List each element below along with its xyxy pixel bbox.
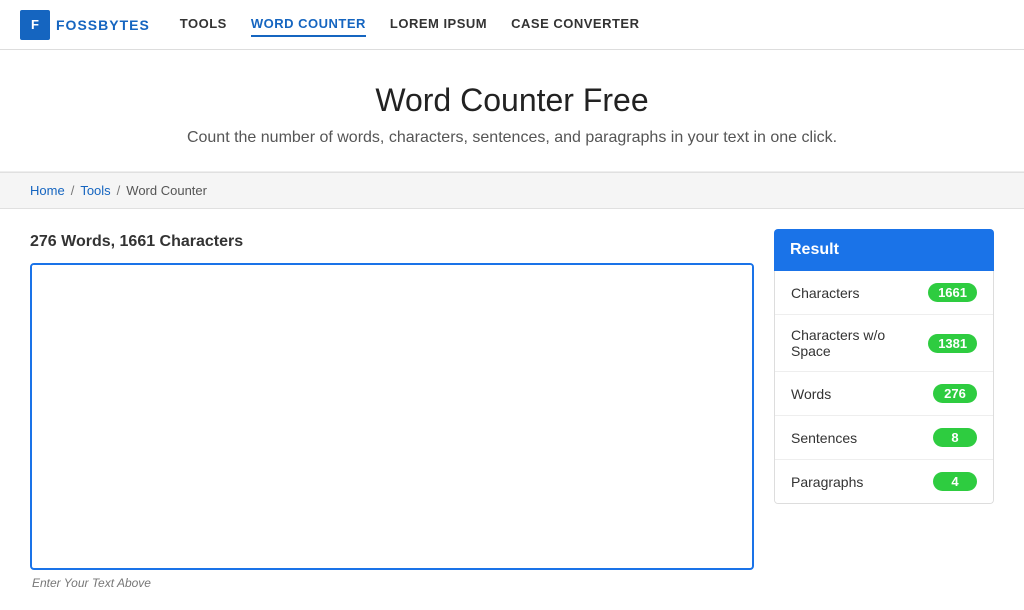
result-item-paragraphs: Paragraphs 4 (775, 460, 993, 503)
text-area-wrapper (30, 263, 754, 570)
breadcrumb-bar: Home / Tools / Word Counter (0, 172, 1024, 209)
nav-case-converter[interactable]: CASE CONVERTER (511, 12, 639, 37)
logo-text: FOSSBYTES (56, 17, 150, 33)
result-badge-sentences: 8 (933, 428, 977, 447)
hero-section: Word Counter Free Count the number of wo… (0, 50, 1024, 172)
breadcrumb-sep2: / (117, 183, 121, 198)
breadcrumb-sep1: / (71, 183, 75, 198)
nav-links: TOOLS WORD COUNTER LOREM IPSUM CASE CONV… (180, 12, 640, 37)
breadcrumb-current: Word Counter (126, 183, 207, 198)
result-item-words: Words 276 (775, 372, 993, 416)
nav-tools[interactable]: TOOLS (180, 12, 227, 37)
logo-icon: F (20, 10, 50, 40)
main-content: 276 Words, 1661 Characters Enter Your Te… (0, 209, 1024, 610)
navbar: F FOSSBYTES TOOLS WORD COUNTER LOREM IPS… (0, 0, 1024, 50)
text-panel: 276 Words, 1661 Characters Enter Your Te… (30, 229, 754, 590)
word-count-label: 276 Words, 1661 Characters (30, 229, 754, 255)
result-badge-characters: 1661 (928, 283, 977, 302)
breadcrumb: Home / Tools / Word Counter (30, 183, 994, 198)
breadcrumb-tools[interactable]: Tools (80, 183, 110, 198)
result-badge-words: 276 (933, 384, 977, 403)
result-panel: Result Characters 1661 Characters w/o Sp… (774, 229, 994, 590)
result-label-chars-no-space: Characters w/o Space (791, 327, 928, 359)
result-badge-chars-no-space: 1381 (928, 334, 977, 353)
breadcrumb-home[interactable]: Home (30, 183, 65, 198)
main-textarea[interactable] (32, 265, 752, 565)
result-label-sentences: Sentences (791, 430, 857, 446)
nav-lorem-ipsum[interactable]: LOREM IPSUM (390, 12, 487, 37)
result-badge-paragraphs: 4 (933, 472, 977, 491)
result-label-words: Words (791, 386, 831, 402)
result-label-characters: Characters (791, 285, 859, 301)
result-label-paragraphs: Paragraphs (791, 474, 863, 490)
result-item-sentences: Sentences 8 (775, 416, 993, 460)
textarea-hint: Enter Your Text Above (30, 570, 754, 590)
result-item-characters: Characters 1661 (775, 271, 993, 315)
nav-word-counter[interactable]: WORD COUNTER (251, 12, 366, 37)
result-item-chars-no-space: Characters w/o Space 1381 (775, 315, 993, 372)
logo[interactable]: F FOSSBYTES (20, 10, 150, 40)
result-items: Characters 1661 Characters w/o Space 138… (774, 271, 994, 504)
hero-title: Word Counter Free (20, 82, 1004, 119)
hero-subtitle: Count the number of words, characters, s… (20, 129, 1004, 147)
result-header: Result (774, 229, 994, 271)
